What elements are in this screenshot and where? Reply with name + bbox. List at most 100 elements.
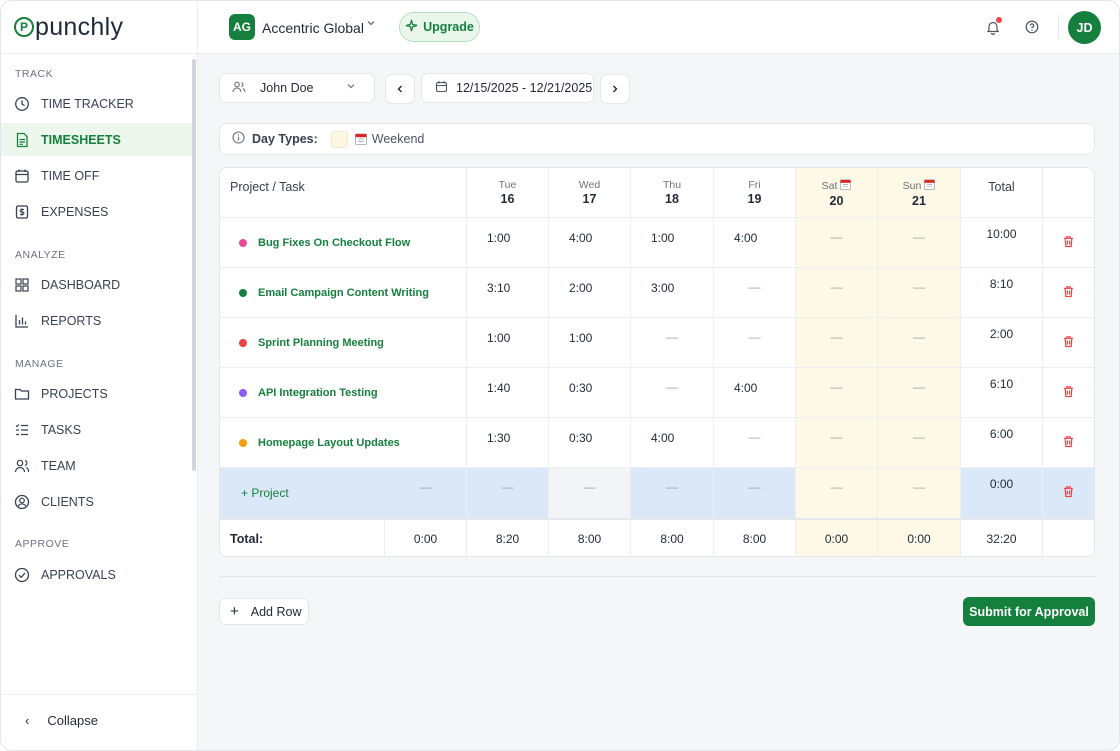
bell-icon[interactable] <box>984 17 1002 36</box>
sidebar-item-team[interactable]: TEAM <box>1 449 192 482</box>
hours-cell-thu[interactable]: — <box>631 318 714 368</box>
sidebar-item-clients[interactable]: CLIENTS <box>1 485 192 518</box>
hours-cell-fri[interactable]: 4:00 <box>714 218 796 268</box>
hours-cell-fri[interactable]: — <box>714 418 796 468</box>
date-range-picker[interactable]: 12/15/2025 - 12/21/2025 <box>421 73 594 103</box>
table-row-task[interactable]: Homepage Layout Updates <box>220 418 467 468</box>
day-date: 21 <box>912 194 926 208</box>
table-row-task[interactable]: Sprint Planning Meeting <box>220 318 467 368</box>
hours-value: 3:10 <box>487 281 511 295</box>
empty-hours: — <box>913 380 925 394</box>
next-week-button[interactable] <box>600 74 630 104</box>
sidebar-item-label: REPORTS <box>41 313 102 328</box>
hours-cell-wed[interactable]: 4:00 <box>549 218 631 268</box>
hours-cell-wed[interactable]: 2:00 <box>549 268 631 318</box>
hours-cell-wed[interactable]: 1:00 <box>549 318 631 368</box>
hours-cell-sun[interactable]: — <box>878 268 961 318</box>
hours-value: 4:00 <box>734 381 758 395</box>
row-total-cell: 8:10 <box>961 268 1043 318</box>
hours-value: 0:30 <box>569 431 593 445</box>
table-row-task[interactable]: API Integration Testing <box>220 368 467 418</box>
chevron-down-icon[interactable] <box>366 18 376 31</box>
table-row-task[interactable]: Email Campaign Content Writing <box>220 268 467 318</box>
upgrade-button[interactable]: Upgrade <box>399 12 480 42</box>
table-row-task[interactable]: Bug Fixes On Checkout Flow <box>220 218 467 268</box>
sidebar-item-projects[interactable]: PROJECTS <box>1 377 192 410</box>
delete-row-icon[interactable] <box>1062 485 1075 501</box>
hours-cell-sun[interactable]: — <box>878 418 961 468</box>
user-select[interactable]: John Doe <box>219 73 375 103</box>
row-actions-cell <box>1043 268 1094 318</box>
delete-row-icon[interactable] <box>1062 285 1075 301</box>
sidebar-scrollbar[interactable] <box>192 59 196 471</box>
row-actions-cell <box>1043 418 1094 468</box>
delete-row-icon[interactable] <box>1062 385 1075 401</box>
day-date: 19 <box>747 192 762 206</box>
row-total: 6:10 <box>989 377 1014 391</box>
empty-hours: — <box>419 480 432 494</box>
sidebar-item-reports[interactable]: REPORTS <box>1 304 192 337</box>
delete-row-icon[interactable] <box>1062 335 1075 351</box>
add-project-cell[interactable]: + Project <box>220 468 385 519</box>
sidebar-item-dashboard[interactable]: DASHBOARD <box>1 268 192 301</box>
sidebar-item-expenses[interactable]: EXPENSES <box>1 195 192 228</box>
hours-cell-fri[interactable]: 4:00 <box>714 368 796 418</box>
add-project-button[interactable]: + Project <box>241 486 289 500</box>
hours-cell-wed[interactable]: 0:30 <box>549 368 631 418</box>
delete-row-icon[interactable] <box>1062 435 1075 451</box>
hours-cell-sat[interactable]: — <box>796 418 878 468</box>
prev-week-button[interactable] <box>385 74 415 104</box>
hours-cell-wed[interactable]: 0:30 <box>549 418 631 468</box>
logo[interactable]: P punchly <box>14 13 123 41</box>
hours-cell-sat[interactable]: — <box>796 218 878 268</box>
hours-cell-sat[interactable]: — <box>796 318 878 368</box>
totals-cell-tue: 8:20 <box>467 519 549 556</box>
day-date: 16 <box>500 192 515 206</box>
hours-cell-sun[interactable]: — <box>878 318 961 368</box>
hours-cell-thu[interactable]: 4:00 <box>631 418 714 468</box>
add-row-button[interactable]: + Add Row <box>219 598 309 625</box>
totals-actions-cell <box>1043 519 1094 556</box>
hours-cell-tue[interactable]: 3:10 <box>467 268 549 318</box>
weekend-calendar-icon <box>837 179 852 193</box>
add-project-hours-thu[interactable]: — <box>631 468 714 519</box>
empty-hours: — <box>748 330 761 344</box>
sidebar-item-tasks[interactable]: TASKS <box>1 413 192 446</box>
row-total-cell: 10:00 <box>961 218 1043 268</box>
divider <box>1 694 198 695</box>
collapse-button[interactable]: ‹ Collapse <box>25 713 98 728</box>
hours-cell-thu[interactable]: 1:00 <box>631 218 714 268</box>
chevron-left-icon: ‹ <box>25 713 30 728</box>
org-name[interactable]: Accentric Global <box>262 20 364 36</box>
sidebar-item-approvals[interactable]: APPROVALS <box>1 558 192 591</box>
help-icon[interactable] <box>1023 18 1041 36</box>
user-avatar[interactable]: JD <box>1068 11 1101 44</box>
submit-for-approval-button[interactable]: Submit for Approval <box>963 597 1095 626</box>
hours-cell-tue[interactable]: 1:00 <box>467 318 549 368</box>
add-project-hours-sun[interactable]: — <box>878 468 961 519</box>
sidebar-item-timesheets[interactable]: TIMESHEETS <box>1 123 192 156</box>
total-value: 0:00 <box>824 532 849 546</box>
sidebar-item-time-off[interactable]: TIME OFF <box>1 159 192 192</box>
hours-cell-fri[interactable]: — <box>714 318 796 368</box>
hours-cell-sun[interactable]: — <box>878 218 961 268</box>
hours-cell-sun[interactable]: — <box>878 368 961 418</box>
hours-cell-thu[interactable]: 3:00 <box>631 268 714 318</box>
add-project-hours-wed[interactable]: — <box>549 468 631 519</box>
nav-section-track: TRACK <box>15 68 54 80</box>
delete-row-icon[interactable] <box>1062 235 1075 251</box>
hours-value: 1:00 <box>651 231 675 245</box>
hours-cell-tue[interactable]: 1:30 <box>467 418 549 468</box>
hours-cell-tue[interactable]: 1:40 <box>467 368 549 418</box>
hours-cell-sat[interactable]: — <box>796 368 878 418</box>
hours-cell-thu[interactable]: — <box>631 368 714 418</box>
empty-hours: — <box>830 380 843 394</box>
hours-cell-sat[interactable]: — <box>796 268 878 318</box>
org-avatar[interactable]: AG <box>229 14 255 40</box>
add-project-hours-fri[interactable]: — <box>714 468 796 519</box>
sidebar-item-time-tracker[interactable]: TIME TRACKER <box>1 87 192 120</box>
hours-cell-fri[interactable]: — <box>714 268 796 318</box>
add-project-hours-tue[interactable]: — <box>467 468 549 519</box>
add-project-hours-sat[interactable]: — <box>796 468 878 519</box>
hours-cell-tue[interactable]: 1:00 <box>467 218 549 268</box>
